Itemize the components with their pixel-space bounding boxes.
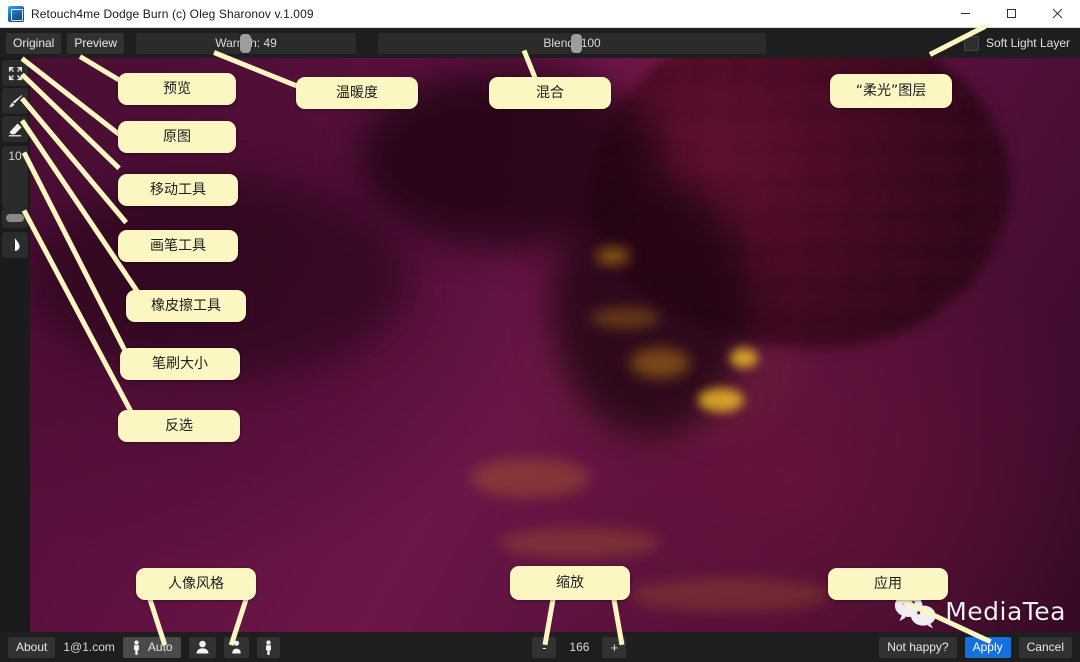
close-icon[interactable] [1034,0,1080,28]
annotation-move-tool: 移动工具 [118,174,238,206]
account-email: 1@1.com [63,640,115,654]
top-toolbar: Original Preview Warmth: 49 Blend: 100 S… [0,28,1080,58]
soft-light-layer-label: Soft Light Layer [985,36,1070,50]
person-head-shoulders-icon[interactable] [188,636,216,658]
warmth-slider[interactable]: Warmth: 49 [136,32,357,54]
person-standing-icon [133,639,139,655]
photo-highlight-6 [470,458,590,498]
annotation-eraser-tool: 橡皮擦工具 [126,290,246,322]
not-happy-button[interactable]: Not happy? [879,636,957,658]
warmth-slider-handle[interactable] [240,33,252,53]
blend-slider-handle[interactable] [571,33,583,53]
brush-size-slider-handle[interactable] [6,214,24,222]
annotation-original: 原图 [118,121,236,153]
annotation-warmth: 温暖度 [296,77,418,109]
window-title: Retouch4me Dodge Burn (c) Oleg Sharonov … [31,6,314,21]
left-tool-rail: 10 [0,58,30,632]
maximize-icon[interactable] [988,0,1034,28]
annotation-brush-size: 笔刷大小 [120,348,240,380]
annotation-invert: 反选 [118,410,240,442]
application-window: Retouch4me Dodge Burn (c) Oleg Sharonov … [0,0,1080,662]
photo-highlight-3 [630,348,690,378]
annotation-blend: 混合 [489,77,611,109]
preview-button[interactable]: Preview [67,32,125,54]
photo-highlight-1 [596,248,630,264]
annotation-apply: 应用 [828,568,948,600]
photo-highlight-4 [730,348,758,368]
minimize-icon[interactable] [942,0,988,28]
invert-selection-icon[interactable] [2,232,28,258]
annotation-portrait-style: 人像风格 [136,568,256,600]
annotation-zoom: 缩放 [510,566,630,600]
watermark-text: MediaTea [945,596,1066,626]
photo-highlight-7 [500,528,660,558]
photo-highlight-8 [630,578,830,612]
annotation-preview: 预览 [118,73,236,105]
zoom-level-value: 166 [569,640,590,654]
soft-light-layer-checkbox[interactable]: Soft Light Layer [963,35,1070,51]
photo-highlight-2 [698,388,744,412]
cancel-button[interactable]: Cancel [1018,636,1072,658]
about-button[interactable]: About [8,636,56,658]
title-bar: Retouch4me Dodge Burn (c) Oleg Sharonov … [0,0,1080,28]
person-full-body-icon[interactable] [256,636,280,658]
annotation-brush-tool: 画笔工具 [118,230,238,262]
original-button[interactable]: Original [6,32,62,54]
photo-highlight-5 [590,308,660,328]
window-controls [942,0,1080,28]
auto-mode-button[interactable]: Auto [122,636,181,658]
app-cube-icon [8,5,24,22]
blend-slider[interactable]: Blend: 100 [378,32,767,54]
annotation-soft-light: “柔光”图层 [830,74,952,108]
person-bust-icon[interactable] [223,636,249,658]
